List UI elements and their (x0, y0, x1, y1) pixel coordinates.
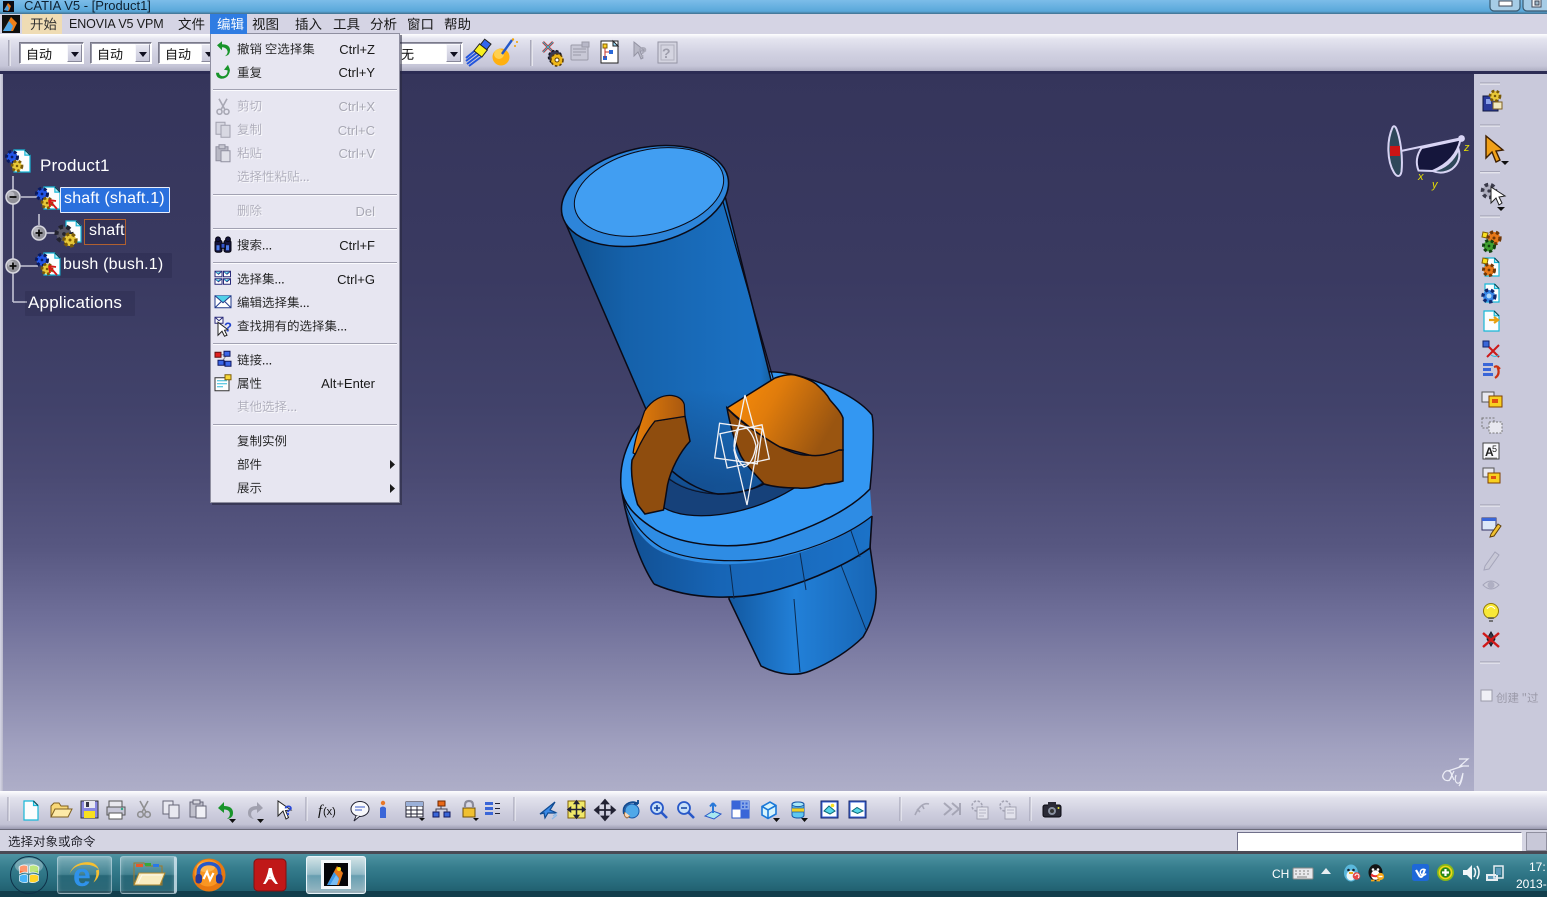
svg-text:?: ? (638, 44, 647, 61)
svg-text:?: ? (662, 45, 671, 61)
